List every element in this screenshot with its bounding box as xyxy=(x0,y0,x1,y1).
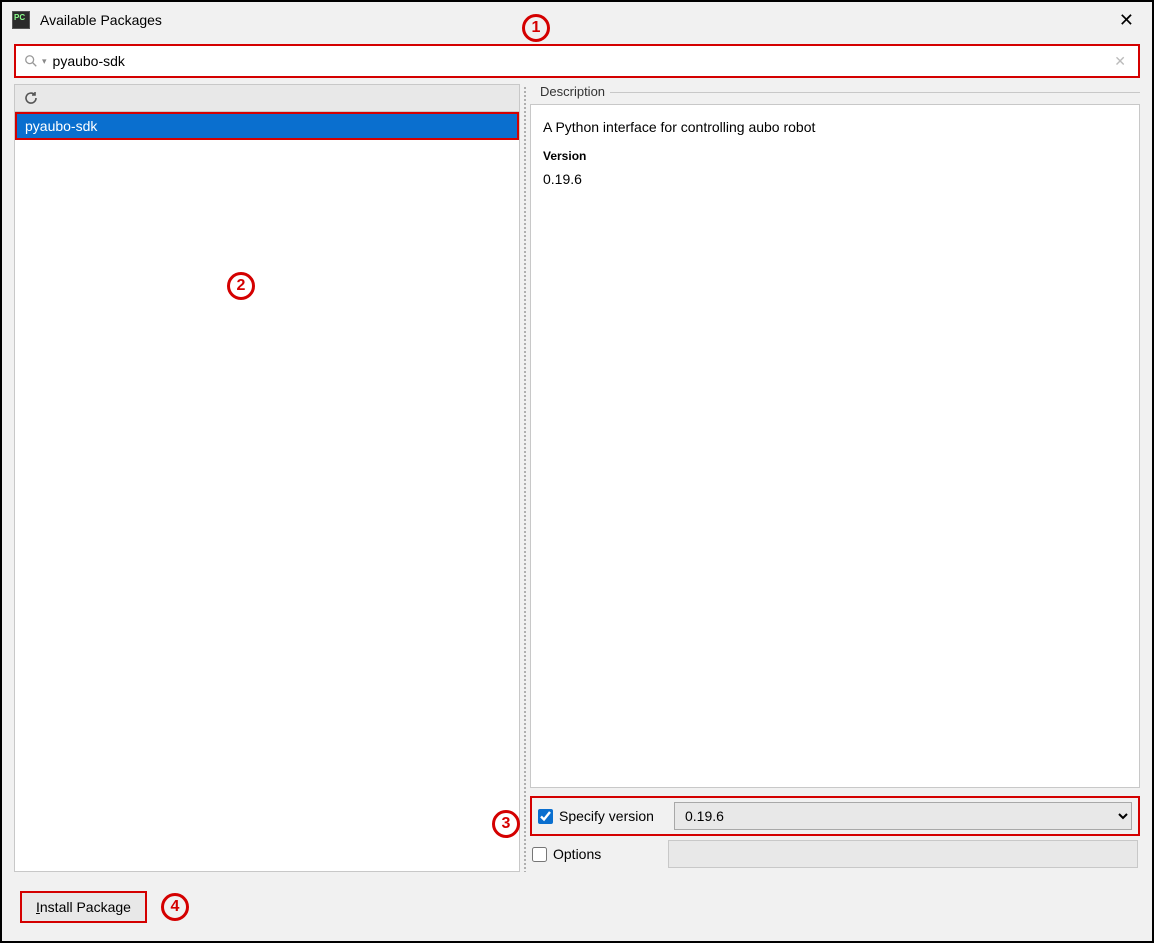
options-checkbox[interactable] xyxy=(532,847,547,862)
options-input[interactable] xyxy=(668,840,1138,868)
callout-2: 2 xyxy=(227,272,255,300)
specify-version-row: Specify version 0.19.6 xyxy=(530,796,1140,836)
splitter[interactable] xyxy=(520,84,530,872)
refresh-icon[interactable] xyxy=(23,90,39,106)
description-legend: Description xyxy=(536,84,609,99)
options-label: Options xyxy=(553,846,601,862)
install-package-button[interactable]: Install Package xyxy=(20,891,147,923)
description-body: A Python interface for controlling aubo … xyxy=(530,104,1140,788)
specify-version-select[interactable]: 0.19.6 xyxy=(674,802,1132,830)
version-heading: Version xyxy=(543,149,1127,163)
close-icon[interactable]: ✕ xyxy=(1111,10,1142,31)
window-title: Available Packages xyxy=(40,12,162,28)
package-item-pyaubo-sdk[interactable]: pyaubo-sdk xyxy=(15,112,519,140)
version-value: 0.19.6 xyxy=(543,171,1127,187)
titlebar: Available Packages ✕ xyxy=(2,2,1152,38)
callout-4: 4 xyxy=(161,893,189,921)
app-icon xyxy=(12,11,30,29)
description-summary: A Python interface for controlling aubo … xyxy=(543,119,1127,135)
options-area: Specify version 0.19.6 Options xyxy=(530,796,1140,872)
content: pyaubo-sdk 2 Description A Python interf… xyxy=(14,84,1140,872)
refresh-bar xyxy=(14,84,520,112)
package-list-pane: pyaubo-sdk 2 xyxy=(14,84,520,872)
search-row: ▾ ✕ xyxy=(14,44,1140,78)
description-divider xyxy=(610,92,1140,93)
search-input[interactable] xyxy=(53,53,1111,69)
search-dropdown-icon[interactable]: ▾ xyxy=(42,56,47,67)
description-group: Description A Python interface for contr… xyxy=(530,84,1140,788)
clear-icon[interactable]: ✕ xyxy=(1110,53,1130,70)
package-list[interactable]: pyaubo-sdk 2 xyxy=(14,112,520,872)
specify-version-label: Specify version xyxy=(559,808,654,824)
options-row: Options xyxy=(530,836,1140,872)
specify-version-checkbox[interactable] xyxy=(538,809,553,824)
details-pane: Description A Python interface for contr… xyxy=(530,84,1140,872)
footer: Install Package 4 xyxy=(20,891,189,923)
search-icon xyxy=(24,54,38,68)
